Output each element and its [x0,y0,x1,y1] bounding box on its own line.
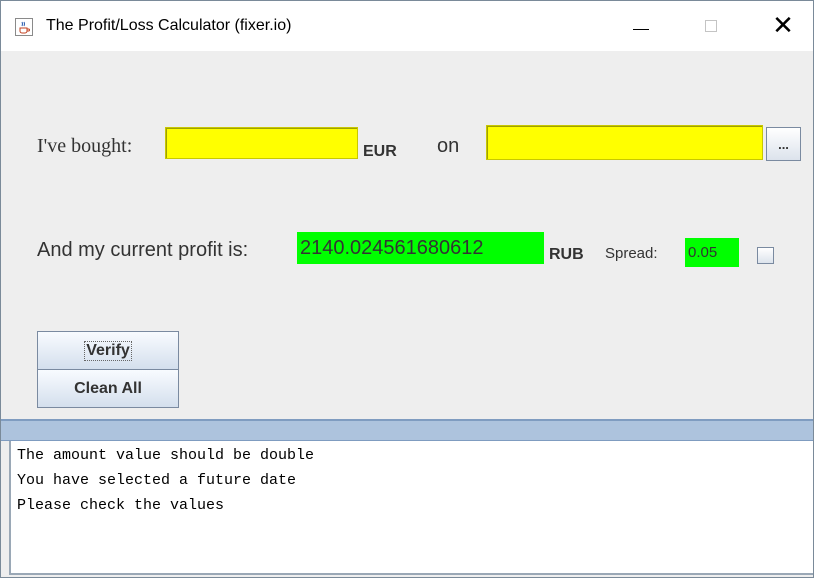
maximize-button[interactable] [681,1,741,51]
profit-label: And my current profit is: [37,239,249,261]
date-input[interactable] [486,125,763,160]
close-button[interactable]: ✕ [753,1,813,51]
log-output[interactable]: The amount value should be double You ha… [9,441,813,575]
log-line: Please check the values [17,497,225,514]
minimize-button[interactable] [611,1,671,51]
close-icon: ✕ [772,11,794,41]
amount-currency: EUR [363,143,397,160]
split-pane-divider[interactable] [1,419,813,441]
spread-label: Spread: [605,245,658,262]
java-cup-icon [15,18,33,36]
verify-button-label: Verify [84,340,132,361]
log-line: You have selected a future date [17,472,297,489]
verify-button[interactable]: Verify [37,331,179,370]
minimize-icon [633,28,649,30]
spread-checkbox[interactable] [757,247,774,264]
spread-input[interactable] [685,238,739,267]
on-label: on [437,135,460,157]
window-title: The Profit/Loss Calculator (fixer.io) [46,17,292,34]
clean-all-button[interactable]: Clean All [37,369,179,408]
profit-output[interactable] [297,232,544,264]
log-line: The amount value should be double [17,447,315,464]
bought-label: I've bought: [37,135,133,157]
date-picker-button[interactable]: ... [766,127,801,161]
main-window: The Profit/Loss Calculator (fixer.io) ✕ … [0,0,814,578]
profit-currency: RUB [549,246,584,263]
title-bar[interactable]: The Profit/Loss Calculator (fixer.io) ✕ [1,1,813,51]
maximize-icon [705,20,717,32]
amount-input[interactable] [165,127,358,159]
